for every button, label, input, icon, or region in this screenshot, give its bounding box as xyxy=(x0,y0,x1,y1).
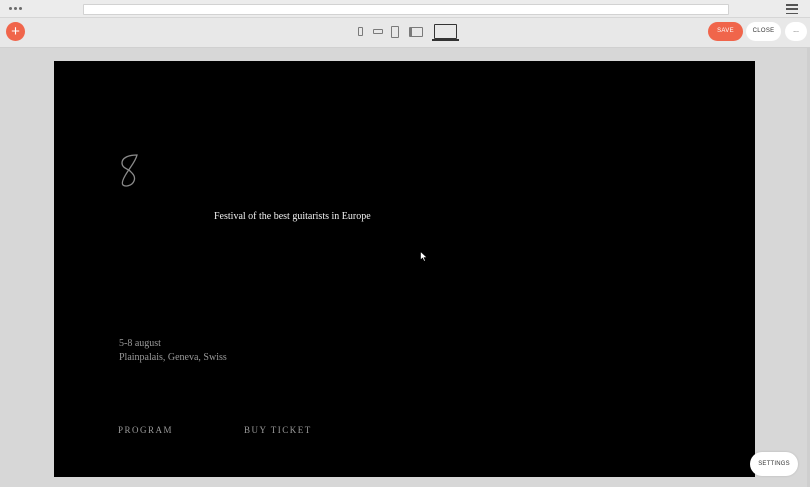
hero-tagline: Festival of the best guitarists in Europ… xyxy=(214,211,371,222)
event-date: 5-8 august xyxy=(119,338,161,349)
more-options-button[interactable]: ... xyxy=(785,22,807,41)
hamburger-icon[interactable] xyxy=(786,4,798,14)
phone-landscape-icon[interactable] xyxy=(373,29,383,34)
desktop-icon-base xyxy=(432,39,459,41)
settings-button[interactable]: SETTINGS xyxy=(750,452,798,476)
phone-portrait-icon[interactable] xyxy=(358,27,363,36)
close-button[interactable]: CLOSE xyxy=(746,22,781,41)
desktop-icon[interactable] xyxy=(434,24,457,39)
add-block-button[interactable]: + xyxy=(6,22,25,41)
page-preview[interactable]: Festival of the best guitarists in Europ… xyxy=(54,61,755,477)
s-logo-icon xyxy=(121,154,138,187)
address-bar[interactable] xyxy=(83,4,729,15)
event-location: Plainpalais, Geneva, Swiss xyxy=(119,352,227,363)
tablet-portrait-icon[interactable] xyxy=(391,26,399,38)
window-dots-icon[interactable] xyxy=(9,7,22,10)
save-button[interactable]: SAVE xyxy=(708,22,743,41)
program-link[interactable]: PROGRAM xyxy=(118,425,173,435)
tablet-landscape-icon[interactable] xyxy=(409,27,423,37)
event-info: 5-8 august Plainpalais, Geneva, Swiss xyxy=(119,337,227,365)
editor-window: + SAVE CLOSE ... Festival of the best gu… xyxy=(0,0,810,487)
mouse-cursor-icon xyxy=(420,251,428,262)
buy-ticket-link[interactable]: BUY TICKET xyxy=(244,425,312,435)
plus-icon: + xyxy=(11,23,20,40)
editor-toolbar: + SAVE CLOSE ... xyxy=(0,18,810,48)
title-bar xyxy=(0,0,810,18)
